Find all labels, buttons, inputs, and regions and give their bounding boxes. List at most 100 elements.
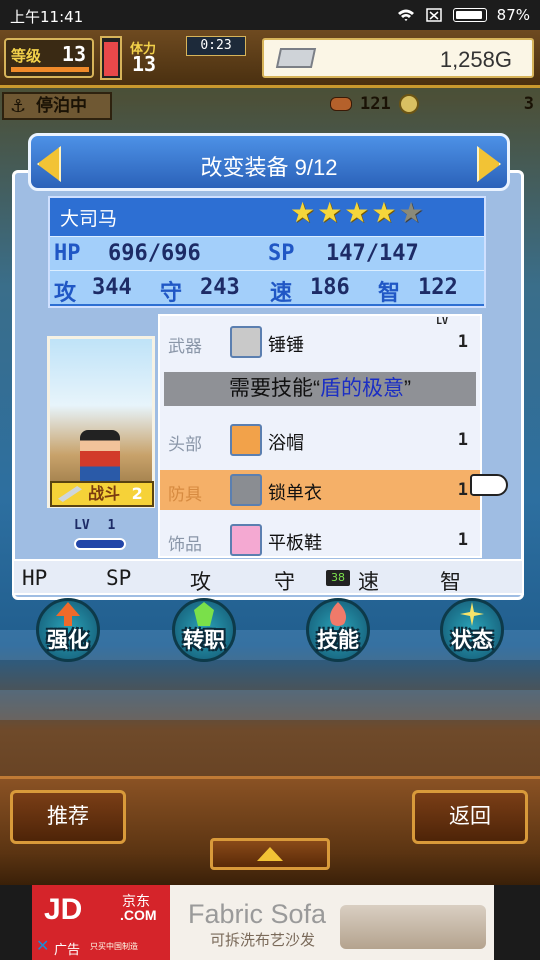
ad-label: 广告 <box>54 942 81 957</box>
level-value: 13 <box>61 42 86 66</box>
atk-label: 攻 <box>54 281 77 306</box>
item-level: 1 <box>457 430 468 450</box>
expand-up-button[interactable] <box>210 838 330 870</box>
food-value: 121 <box>360 94 391 114</box>
change-job-button[interactable]: 转职 <box>156 598 252 668</box>
spd-label: 速 <box>270 281 293 306</box>
gold-display: 1,258G <box>262 38 534 78</box>
sp-value: 147/147 <box>326 241 419 266</box>
job-badge: 战斗 2 <box>50 481 154 507</box>
wifi-icon <box>397 9 414 21</box>
level-indicator: 等级 13 <box>4 38 94 78</box>
hat-icon <box>230 424 262 456</box>
sort-sp[interactable]: SP <box>106 566 131 590</box>
star-empty-icon: ★ <box>398 196 424 229</box>
sparkle-icon <box>460 602 484 626</box>
up-arrow-icon <box>257 847 283 861</box>
status-time: 上午11:41 <box>10 8 84 26</box>
item-level: 1 <box>457 480 468 500</box>
item-name: 锤锤 <box>268 335 304 355</box>
hp-label: HP <box>54 241 81 266</box>
recommend-button[interactable]: 推荐 <box>10 790 126 844</box>
job-name: 战斗 <box>88 484 121 503</box>
equip-row-weapon[interactable]: 武器 锤锤 1 <box>160 322 480 362</box>
resource2-value: 3 <box>523 94 534 114</box>
jd-com: .COM <box>120 907 157 923</box>
chainmail-icon <box>230 474 262 506</box>
status-button[interactable]: 状态 <box>424 598 520 668</box>
star-rating: ★ ★ ★ ★ ★ <box>290 198 424 228</box>
character-sprite <box>80 430 120 482</box>
int-label: 智 <box>378 281 401 306</box>
silver-bar-icon <box>275 48 317 68</box>
slot-label: 饰品 <box>168 535 202 554</box>
skills-button[interactable]: 技能 <box>290 598 386 668</box>
skill-requirement-name: 盾的极意 <box>320 377 404 400</box>
sort-atk[interactable]: 攻 <box>190 566 211 596</box>
stamina-value: 13 <box>132 52 157 76</box>
int-value: 122 <box>418 275 458 300</box>
ad-close-icon[interactable]: ✕ <box>36 937 52 955</box>
battery-percent: 87% <box>496 6 530 24</box>
def-label: 守 <box>160 281 183 306</box>
skill-requirement-banner: 需要技能“盾的极意” <box>164 372 476 406</box>
gold-value: 1,258G <box>439 47 512 72</box>
shoe-icon <box>230 524 262 556</box>
change-job-label: 转职 <box>183 628 225 652</box>
panel-title-bar: 改变装备 9/12 <box>28 133 510 191</box>
ship-status: ⚓ 停泊中 <box>2 92 112 120</box>
hammer-icon <box>230 326 262 358</box>
sort-badge: 38 <box>326 570 350 586</box>
sort-def[interactable]: 守 <box>274 566 295 596</box>
sort-hp[interactable]: HP <box>22 566 47 590</box>
panel-title: 改变装备 9/12 <box>200 155 338 180</box>
sort-bar: HP SP 攻 守 38 速 智 <box>12 559 524 595</box>
skill-requirement-suffix: ” <box>404 377 411 400</box>
atk-value: 344 <box>92 275 132 300</box>
ad-banner[interactable]: JD 京东 .COM 广告 只买中国制造 Fabric Sofa 可拆洗布艺沙发… <box>0 885 540 960</box>
skills-label: 技能 <box>317 628 359 652</box>
top-hud: 等级 13 体力 13 0:23 1,258G <box>0 30 540 88</box>
star-filled-icon: ★ <box>290 196 316 229</box>
battery-icon <box>452 8 487 22</box>
status-icons: 87% <box>397 6 530 24</box>
jd-logo-block: JD 京东 .COM 广告 只买中国制造 <box>32 885 170 960</box>
resources-row: 121 3 <box>330 92 540 116</box>
status-label: 状态 <box>451 628 493 652</box>
hp-value: 696/696 <box>108 241 201 266</box>
enhance-button[interactable]: 强化 <box>20 598 116 668</box>
ad-brand: Fabric Sofa <box>188 899 327 929</box>
spd-value: 186 <box>310 275 350 300</box>
equip-row-armor[interactable]: 防具 锁单衣 1 <box>160 470 480 510</box>
skill-requirement-prefix: 需要技能“ <box>229 377 320 400</box>
character-level: LV 1 <box>74 518 115 533</box>
star-filled-icon: ★ <box>371 196 397 229</box>
item-level: 1 <box>457 332 468 352</box>
job-level: 2 <box>131 484 143 503</box>
sort-spd[interactable]: 速 <box>358 566 379 596</box>
character-name: 大司马 <box>60 209 118 230</box>
sofa-image <box>340 905 486 949</box>
level-exp-bar <box>11 67 89 72</box>
green-crystal-icon <box>194 602 214 626</box>
slot-label: 防具 <box>168 485 202 504</box>
meat-icon <box>330 97 352 111</box>
ad-subtitle: 可拆洗布艺沙发 <box>210 932 316 949</box>
item-level: 1 <box>457 530 468 550</box>
ship-status-label: 停泊中 <box>36 96 87 116</box>
sp-label: SP <box>268 241 295 266</box>
stamina-fill <box>104 42 118 76</box>
status-bar: 上午11:41 87% <box>0 0 540 30</box>
item-name: 锁单衣 <box>268 483 322 503</box>
anchor-icon: ⚓ <box>10 96 27 117</box>
slot-label: 头部 <box>168 435 202 454</box>
back-button[interactable]: 返回 <box>412 790 528 844</box>
flame-icon <box>330 602 346 626</box>
equip-row-head[interactable]: 头部 浴帽 1 <box>160 420 480 460</box>
sort-int[interactable]: 智 <box>440 566 461 596</box>
slot-label: 武器 <box>168 337 202 356</box>
level-label: 等级 <box>11 47 42 65</box>
star-filled-icon: ★ <box>344 196 370 229</box>
sim-off-icon <box>425 8 442 22</box>
equip-row-accessory[interactable]: 饰品 平板鞋 1 <box>160 520 480 556</box>
